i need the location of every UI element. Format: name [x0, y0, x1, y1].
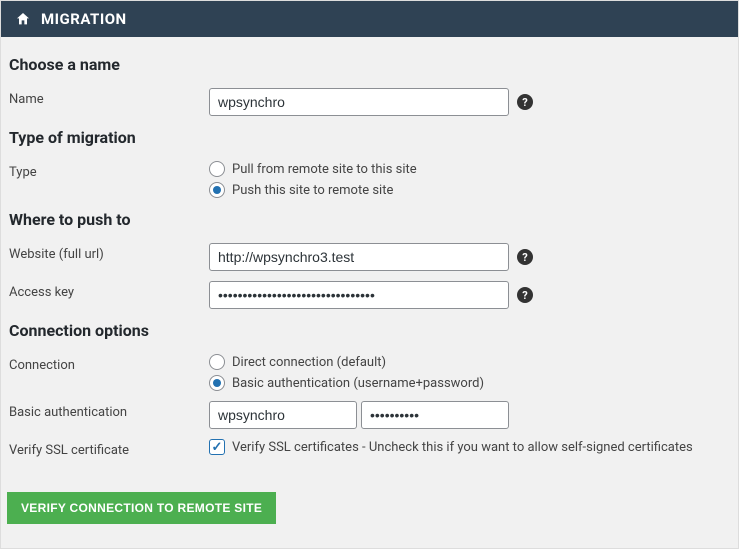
radio-pull-label: Pull from remote site to this site — [232, 162, 417, 177]
page-title: MIGRATION — [41, 10, 127, 28]
ssl-check-label: Verify SSL certificates - Uncheck this i… — [232, 440, 693, 455]
name-input[interactable] — [209, 88, 509, 116]
help-icon[interactable]: ? — [517, 249, 533, 265]
content-area: Choose a name Name ? Type of migration T… — [1, 37, 738, 476]
accesskey-input[interactable] — [209, 281, 509, 309]
radio-direct[interactable]: Direct connection (default) — [209, 354, 484, 370]
section-heading-type: Type of migration — [9, 128, 730, 147]
radio-direct-label: Direct connection (default) — [232, 355, 386, 370]
label-website: Website (full url) — [9, 243, 209, 262]
home-icon — [15, 11, 31, 27]
radio-push-label: Push this site to remote site — [232, 183, 393, 198]
radio-icon — [209, 182, 225, 198]
verify-button[interactable]: VERIFY CONNECTION TO REMOTE SITE — [7, 492, 276, 524]
ssl-checkbox[interactable]: Verify SSL certificates - Uncheck this i… — [209, 439, 693, 455]
radio-pull[interactable]: Pull from remote site to this site — [209, 161, 417, 177]
radio-icon — [209, 375, 225, 391]
checkbox-icon — [209, 439, 225, 455]
section-heading-where: Where to push to — [9, 210, 730, 229]
page-header: MIGRATION — [1, 1, 738, 37]
label-type: Type — [9, 161, 209, 180]
section-heading-conn: Connection options — [9, 321, 730, 340]
help-icon[interactable]: ? — [517, 287, 533, 303]
label-accesskey: Access key — [9, 281, 209, 300]
help-icon[interactable]: ? — [517, 94, 533, 110]
radio-icon — [209, 161, 225, 177]
radio-push[interactable]: Push this site to remote site — [209, 182, 417, 198]
label-basicauth: Basic authentication — [9, 401, 209, 420]
basic-pass-input[interactable] — [361, 401, 509, 429]
radio-icon — [209, 354, 225, 370]
label-connection: Connection — [9, 354, 209, 373]
label-ssl: Verify SSL certificate — [9, 439, 209, 458]
radio-basic-label: Basic authentication (username+password) — [232, 376, 484, 391]
label-name: Name — [9, 88, 209, 107]
section-heading-name: Choose a name — [9, 55, 730, 74]
basic-user-input[interactable] — [209, 401, 357, 429]
website-input[interactable] — [209, 243, 509, 271]
radio-basic[interactable]: Basic authentication (username+password) — [209, 375, 484, 391]
